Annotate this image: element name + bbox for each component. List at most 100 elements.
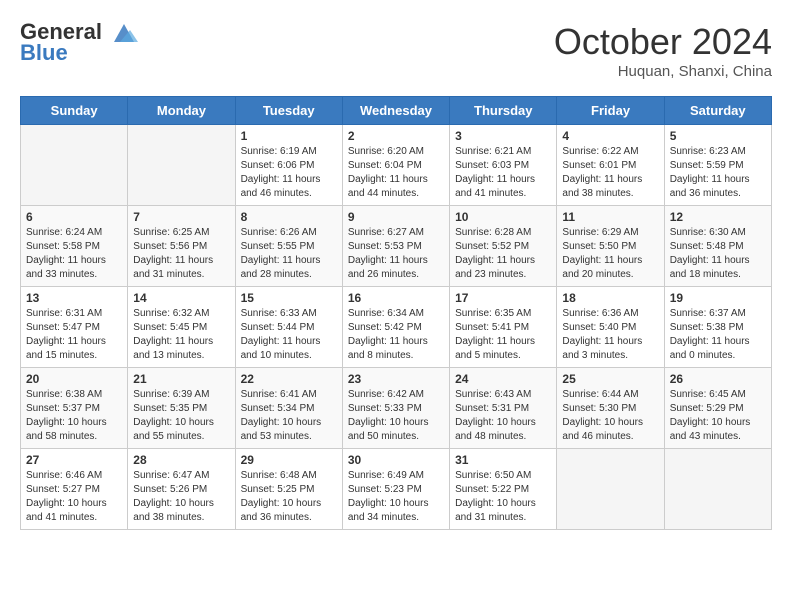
day-info: Sunrise: 6:24 AMSunset: 5:58 PMDaylight:… [26,226,122,282]
day-number: 18 [562,291,658,305]
calendar-cell: 30 Sunrise: 6:49 AMSunset: 5:23 PMDayligh… [342,449,449,530]
day-info: Sunrise: 6:33 AMSunset: 5:44 PMDaylight:… [241,307,337,363]
calendar-cell: 18 Sunrise: 6:36 AMSunset: 5:40 PMDayligh… [557,287,664,368]
day-number: 28 [133,453,229,467]
day-info: Sunrise: 6:27 AMSunset: 5:53 PMDaylight:… [348,226,444,282]
calendar-cell [664,449,771,530]
day-info: Sunrise: 6:23 AMSunset: 5:59 PMDaylight:… [670,145,766,201]
day-number: 27 [26,453,122,467]
title-block: October 2024 Huquan, Shanxi, China [554,20,772,80]
day-number: 15 [241,291,337,305]
calendar-cell: 1 Sunrise: 6:19 AMSunset: 6:06 PMDaylight… [235,125,342,206]
calendar-cell: 4Sunrise: 6:22 AMSunset: 6:01 PMDaylight… [557,125,664,206]
calendar-table: SundayMondayTuesdayWednesdayThursdayFrid… [20,96,772,530]
calendar-cell: 6 Sunrise: 6:24 AMSunset: 5:58 PMDaylight… [21,206,128,287]
calendar-cell: 25Sunrise: 6:44 AMSunset: 5:30 PMDayligh… [557,368,664,449]
day-header-tuesday: Tuesday [235,97,342,125]
day-info: Sunrise: 6:30 AMSunset: 5:48 PMDaylight:… [670,226,766,282]
week-row-2: 6 Sunrise: 6:24 AMSunset: 5:58 PMDaylight… [21,206,772,287]
day-number: 7 [133,210,229,224]
day-info: Sunrise: 6:42 AMSunset: 5:33 PMDaylight:… [348,388,444,444]
location: Huquan, Shanxi, China [554,63,772,80]
day-number: 1 [241,129,337,143]
calendar-cell: 14Sunrise: 6:32 AMSunset: 5:45 PMDayligh… [128,287,235,368]
week-row-4: 20Sunrise: 6:38 AMSunset: 5:37 PMDayligh… [21,368,772,449]
day-header-monday: Monday [128,97,235,125]
day-info: Sunrise: 6:29 AMSunset: 5:50 PMDaylight:… [562,226,658,282]
month-title: October 2024 [554,20,772,63]
day-number: 19 [670,291,766,305]
day-info: Sunrise: 6:41 AMSunset: 5:34 PMDaylight:… [241,388,337,444]
day-number: 3 [455,129,551,143]
week-row-3: 13 Sunrise: 6:31 AMSunset: 5:47 PMDayligh… [21,287,772,368]
page-header: General Blue October 2024 Huquan, Shanxi… [20,20,772,80]
day-info: Sunrise: 6:50 AMSunset: 5:22 PMDaylight:… [455,469,551,525]
day-info: Sunrise: 6:48 AMSunset: 5:25 PMDaylight:… [241,469,337,525]
calendar-cell: 11Sunrise: 6:29 AMSunset: 5:50 PMDayligh… [557,206,664,287]
calendar-cell: 28 Sunrise: 6:47 AMSunset: 5:26 PMDayligh… [128,449,235,530]
day-info: Sunrise: 6:21 AMSunset: 6:03 PMDaylight:… [455,145,551,201]
day-number: 9 [348,210,444,224]
calendar-cell: 7 Sunrise: 6:25 AMSunset: 5:56 PMDaylight… [128,206,235,287]
day-number: 2 [348,129,444,143]
day-info: Sunrise: 6:32 AMSunset: 5:45 PMDaylight:… [133,307,229,363]
day-info: Sunrise: 6:25 AMSunset: 5:56 PMDaylight:… [133,226,229,282]
day-info: Sunrise: 6:47 AMSunset: 5:26 PMDaylight:… [133,469,229,525]
day-info: Sunrise: 6:22 AMSunset: 6:01 PMDaylight:… [562,145,658,201]
calendar-cell: 12 Sunrise: 6:30 AMSunset: 5:48 PMDayligh… [664,206,771,287]
calendar-cell: 8Sunrise: 6:26 AMSunset: 5:55 PMDaylight… [235,206,342,287]
day-number: 29 [241,453,337,467]
day-number: 23 [348,372,444,386]
day-number: 17 [455,291,551,305]
day-header-sunday: Sunday [21,97,128,125]
calendar-cell: 29 Sunrise: 6:48 AMSunset: 5:25 PMDayligh… [235,449,342,530]
day-header-saturday: Saturday [664,97,771,125]
day-info: Sunrise: 6:20 AMSunset: 6:04 PMDaylight:… [348,145,444,201]
calendar-cell: 2 Sunrise: 6:20 AMSunset: 6:04 PMDaylight… [342,125,449,206]
day-info: Sunrise: 6:45 AMSunset: 5:29 PMDaylight:… [670,388,766,444]
week-row-1: 1 Sunrise: 6:19 AMSunset: 6:06 PMDaylight… [21,125,772,206]
day-header-friday: Friday [557,97,664,125]
day-number: 16 [348,291,444,305]
week-row-5: 27 Sunrise: 6:46 AMSunset: 5:27 PMDayligh… [21,449,772,530]
calendar-cell: 15 Sunrise: 6:33 AMSunset: 5:44 PMDayligh… [235,287,342,368]
day-info: Sunrise: 6:34 AMSunset: 5:42 PMDaylight:… [348,307,444,363]
day-info: Sunrise: 6:46 AMSunset: 5:27 PMDaylight:… [26,469,122,525]
day-header-thursday: Thursday [450,97,557,125]
calendar-cell: 31 Sunrise: 6:50 AMSunset: 5:22 PMDayligh… [450,449,557,530]
calendar-cell [557,449,664,530]
calendar-cell: 27 Sunrise: 6:46 AMSunset: 5:27 PMDayligh… [21,449,128,530]
day-info: Sunrise: 6:49 AMSunset: 5:23 PMDaylight:… [348,469,444,525]
calendar-cell: 19 Sunrise: 6:37 AMSunset: 5:38 PMDayligh… [664,287,771,368]
day-number: 24 [455,372,551,386]
day-info: Sunrise: 6:26 AMSunset: 5:55 PMDaylight:… [241,226,337,282]
header-row: SundayMondayTuesdayWednesdayThursdayFrid… [21,97,772,125]
day-info: Sunrise: 6:31 AMSunset: 5:47 PMDaylight:… [26,307,122,363]
day-number: 22 [241,372,337,386]
day-info: Sunrise: 6:37 AMSunset: 5:38 PMDaylight:… [670,307,766,363]
calendar-cell: 16 Sunrise: 6:34 AMSunset: 5:42 PMDayligh… [342,287,449,368]
calendar-cell: 5 Sunrise: 6:23 AMSunset: 5:59 PMDaylight… [664,125,771,206]
day-number: 13 [26,291,122,305]
day-info: Sunrise: 6:38 AMSunset: 5:37 PMDaylight:… [26,388,122,444]
day-info: Sunrise: 6:35 AMSunset: 5:41 PMDaylight:… [455,307,551,363]
day-number: 5 [670,129,766,143]
calendar-cell: 26 Sunrise: 6:45 AMSunset: 5:29 PMDayligh… [664,368,771,449]
day-number: 10 [455,210,551,224]
calendar-cell [21,125,128,206]
calendar-cell: 22 Sunrise: 6:41 AMSunset: 5:34 PMDayligh… [235,368,342,449]
calendar-cell: 23 Sunrise: 6:42 AMSunset: 5:33 PMDayligh… [342,368,449,449]
calendar-cell: 3 Sunrise: 6:21 AMSunset: 6:03 PMDaylight… [450,125,557,206]
calendar-cell: 9 Sunrise: 6:27 AMSunset: 5:53 PMDaylight… [342,206,449,287]
day-number: 26 [670,372,766,386]
day-info: Sunrise: 6:39 AMSunset: 5:35 PMDaylight:… [133,388,229,444]
day-number: 12 [670,210,766,224]
day-number: 6 [26,210,122,224]
calendar-cell [128,125,235,206]
calendar-cell: 24Sunrise: 6:43 AMSunset: 5:31 PMDayligh… [450,368,557,449]
day-info: Sunrise: 6:19 AMSunset: 6:06 PMDaylight:… [241,145,337,201]
day-number: 30 [348,453,444,467]
day-info: Sunrise: 6:36 AMSunset: 5:40 PMDaylight:… [562,307,658,363]
day-number: 31 [455,453,551,467]
calendar-cell: 13 Sunrise: 6:31 AMSunset: 5:47 PMDayligh… [21,287,128,368]
